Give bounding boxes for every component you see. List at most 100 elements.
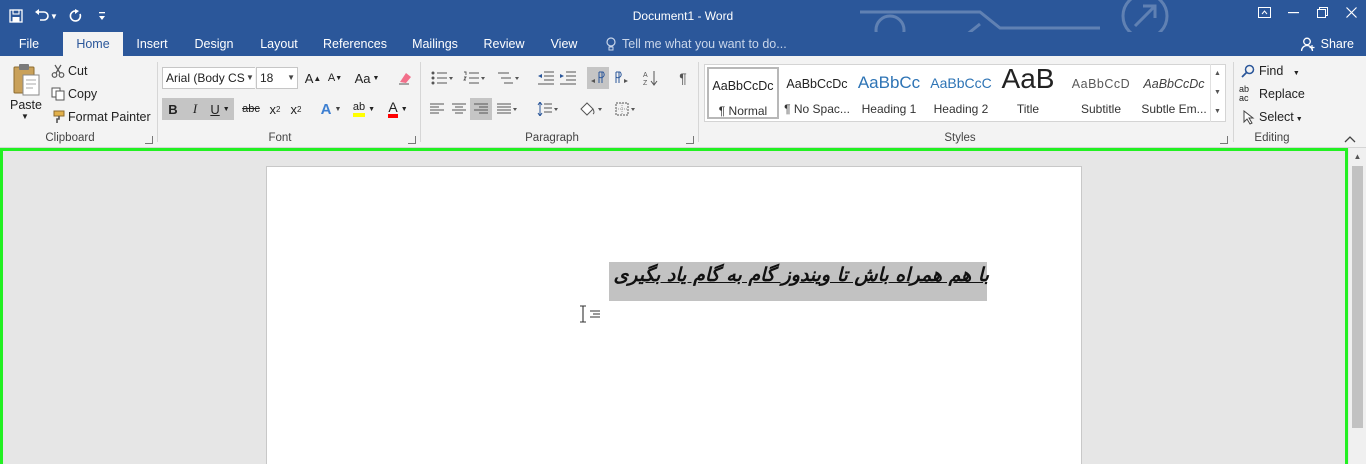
window-title: Document1 - Word [632,9,734,23]
cut-button[interactable]: Cut [68,64,87,78]
underline-button[interactable]: U ▼ [206,98,234,120]
scroll-up-icon[interactable]: ▲ [1349,148,1366,165]
paragraph-launcher-icon[interactable] [686,136,694,144]
text-effects-button[interactable]: A ▼ [316,98,346,120]
style-heading-2[interactable]: AaBbCcC Heading 2 [925,67,997,119]
numbering-icon[interactable] [460,67,488,89]
underline-glyph: U [210,101,220,117]
group-separator [1233,62,1234,142]
restore-icon[interactable] [1308,0,1337,24]
sort-icon[interactable]: AZ [640,67,662,89]
tab-layout[interactable]: Layout [253,32,305,56]
styles-launcher-icon[interactable] [1220,136,1228,144]
borders-icon[interactable] [612,98,640,120]
tab-file[interactable]: File [8,32,50,56]
clipboard-launcher-icon[interactable] [145,136,153,144]
gallery-more-icon[interactable]: ▼ [1211,102,1224,121]
strikethrough-button[interactable]: abc [240,98,262,120]
align-left-icon[interactable] [426,98,448,120]
highlight-glyph: ab [352,101,366,117]
style-no-spacing[interactable]: AaBbCcDc ¶ No Spac... [781,67,853,119]
select-button[interactable]: Select ▼ [1259,110,1303,124]
font-color-glyph: A [388,100,398,118]
tab-review[interactable]: Review [478,32,530,56]
highlight-button[interactable]: ab ▼ [348,98,380,120]
search-icon [1240,63,1256,79]
style-heading-1[interactable]: AaBbCc Heading 1 [853,67,925,119]
subscript-button[interactable]: x2 [264,98,286,120]
font-launcher-icon[interactable] [408,136,416,144]
styles-gallery: AaBbCcDc ¶ Normal AaBbCcDc ¶ No Spac... … [704,63,1226,122]
collapse-ribbon-icon[interactable] [1343,134,1357,144]
tab-insert[interactable]: Insert [130,32,174,56]
group-separator [420,62,421,142]
clipboard-group-label: Clipboard [45,132,95,144]
shrink-font-glyph: A [327,72,336,84]
shrink-font-button[interactable]: A ▼ [324,67,346,89]
minimize-icon[interactable] [1279,0,1308,24]
tab-references[interactable]: References [318,32,392,56]
font-size-value: 18 [260,71,274,85]
close-icon[interactable] [1337,0,1366,24]
document-paragraph[interactable]: با هم همراه باش تا ویندوز گام به گام یاد… [607,264,989,286]
document-page[interactable]: با هم همراه باش تا ویندوز گام به گام یاد… [266,166,1082,464]
text-effects-glyph: A [320,100,332,118]
font-name-combo[interactable]: Arial (Body CS ▼ [162,67,255,89]
vertical-scrollbar[interactable]: ▲ [1349,148,1366,464]
find-button[interactable]: Find ▼ [1259,64,1300,78]
share-button[interactable]: Share [1300,32,1354,56]
scrollbar-thumb[interactable] [1352,166,1363,428]
replace-icon: ab ac [1239,84,1250,103]
grow-font-glyph: A [304,70,314,86]
format-painter-button[interactable]: Format Painter [68,110,151,124]
tab-mailings[interactable]: Mailings [404,32,466,56]
font-size-combo[interactable]: 18 ▼ [256,67,298,89]
superscript-button[interactable]: x2 [285,98,307,120]
paste-icon[interactable] [8,62,44,98]
ribbon-display-options-icon[interactable] [1250,0,1279,24]
group-separator [698,62,699,142]
align-right-icon[interactable] [470,98,492,120]
increase-indent-icon[interactable] [557,67,579,89]
justify-icon[interactable] [494,98,522,120]
align-center-icon[interactable] [448,98,470,120]
bullets-icon[interactable] [428,67,456,89]
change-case-button[interactable]: Aa ▼ [352,67,382,89]
style-preview: AaBbCcD [1071,77,1131,91]
clear-formatting-icon[interactable] [394,67,416,89]
tell-me-box[interactable]: Tell me what you want to do... [606,32,787,56]
style-normal[interactable]: AaBbCcDc ¶ Normal [707,67,779,119]
tab-home[interactable]: Home [63,32,123,56]
bold-button[interactable]: B [162,98,184,120]
decrease-indent-icon[interactable] [535,67,557,89]
gallery-scroll-up-icon[interactable]: ▲ [1211,64,1224,83]
svg-text:A: A [643,72,648,79]
styles-group-label: Styles [944,132,976,144]
multilevel-list-icon[interactable] [494,67,522,89]
style-name: Heading 1 [861,102,917,116]
paragraph-group-label: Paragraph [525,132,579,144]
paste-label[interactable]: Paste [10,98,42,112]
font-color-button[interactable]: A ▼ [382,98,414,120]
grow-font-button[interactable]: A ▲ [302,67,324,89]
style-title[interactable]: AaB Title [992,63,1064,119]
line-spacing-icon[interactable] [534,98,562,120]
tab-view[interactable]: View [543,32,585,56]
chevron-down-icon: ▼ [245,68,255,88]
style-preview: AaBbCcDc [1143,77,1205,91]
replace-button[interactable]: Replace [1259,87,1305,101]
tab-design[interactable]: Design [188,32,240,56]
gallery-scroll-down-icon[interactable]: ▼ [1211,83,1224,102]
style-name: Title [1016,102,1040,116]
group-separator [157,62,158,142]
ltr-direction-icon[interactable] [610,67,632,89]
italic-button[interactable]: I [184,98,206,120]
style-subtitle[interactable]: AaBbCcD Subtitle [1065,67,1137,119]
rtl-direction-icon[interactable] [587,67,609,89]
style-subtle-emphasis[interactable]: AaBbCcDc Subtle Em... [1137,67,1211,119]
shading-icon[interactable] [576,98,606,120]
paragraph-alignment-marker-icon [590,307,600,318]
paste-dropdown-icon[interactable]: ▼ [21,112,29,121]
copy-button[interactable]: Copy [68,87,97,101]
show-formatting-marks-icon[interactable]: ¶ [672,67,694,89]
